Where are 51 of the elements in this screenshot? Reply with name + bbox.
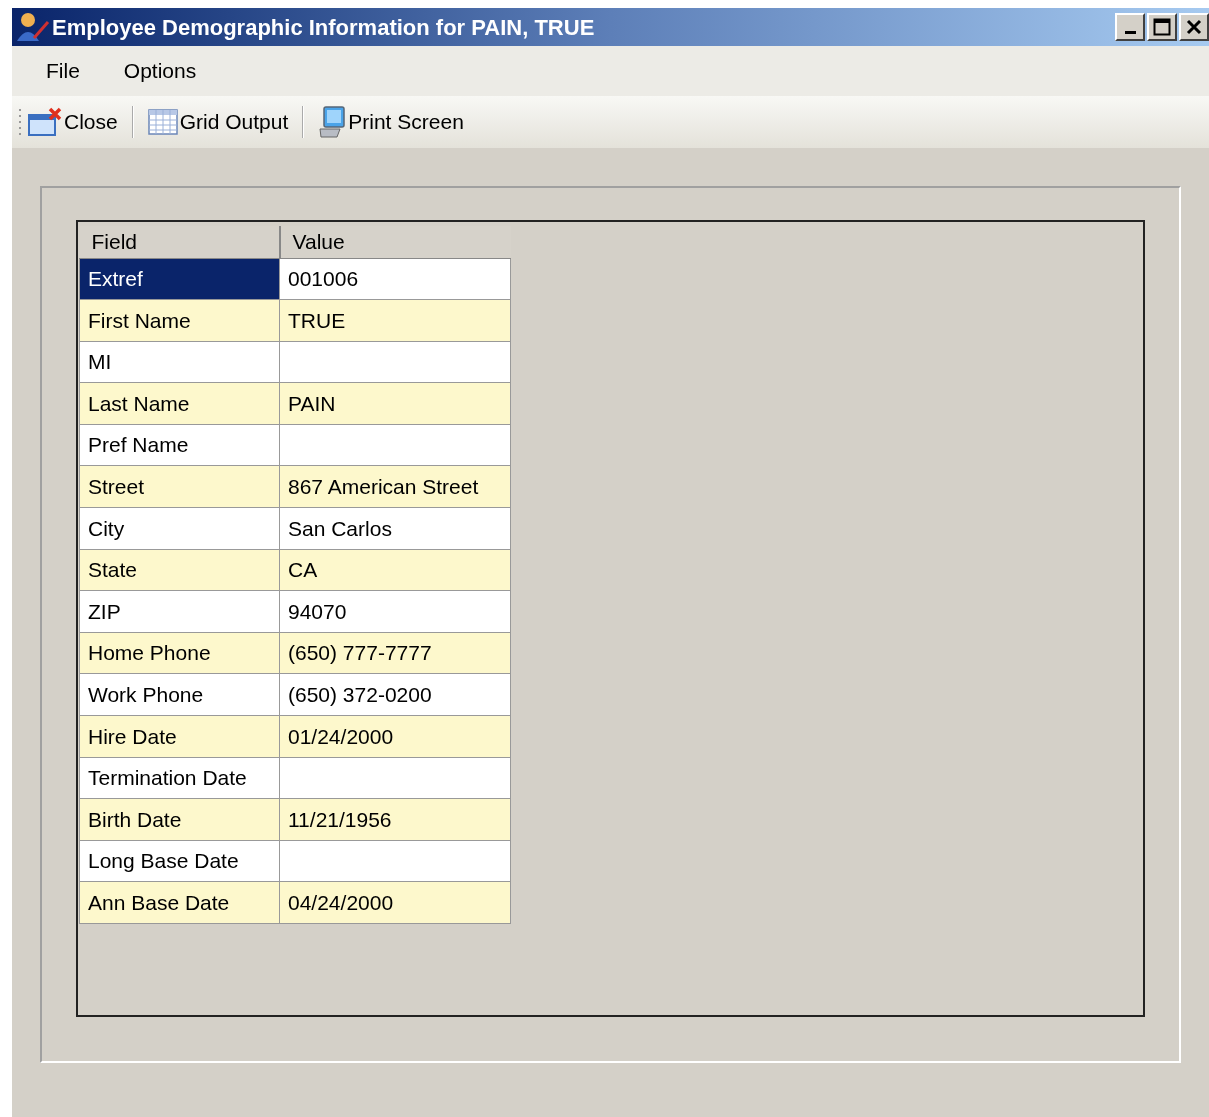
table-cell[interactable]: PAIN (279, 382, 511, 425)
table-cell[interactable]: Pref Name (79, 424, 280, 466)
menu-item[interactable]: Options (111, 55, 209, 87)
table-cell[interactable]: Work Phone (79, 673, 280, 716)
table-cell[interactable]: Extref (79, 258, 280, 300)
table-cell[interactable]: Long Base Date (79, 840, 280, 882)
table-cell[interactable] (279, 424, 511, 466)
table-cell[interactable]: 11/21/1956 (279, 798, 511, 841)
table-cell[interactable]: Street (79, 465, 280, 508)
table-cell[interactable]: Ann Base Date (79, 881, 280, 924)
table-cell[interactable]: 001006 (279, 258, 511, 300)
menu-item[interactable]: File (34, 55, 92, 87)
window-title: Employee Demographic Information for PAIN, TRUE (52, 13, 595, 42)
toolbar-button[interactable]: Print Screen (312, 102, 470, 142)
column-header[interactable]: Field (79, 226, 280, 258)
table-cell[interactable]: TRUE (279, 299, 511, 342)
table-cell[interactable]: Termination Date (79, 757, 280, 799)
table-cell[interactable]: ZIP (79, 590, 280, 633)
table-cell[interactable] (279, 341, 511, 383)
minimize-icon (1124, 30, 1136, 34)
user-icon (16, 12, 50, 42)
table-cell[interactable]: MI (79, 341, 280, 383)
minimize-button[interactable] (1115, 13, 1145, 41)
table-cell[interactable]: Hire Date (79, 715, 280, 758)
maximize-icon (1153, 18, 1171, 36)
table-cell[interactable]: Last Name (79, 382, 280, 425)
table-cell[interactable]: City (79, 507, 280, 550)
maximize-button[interactable] (1147, 13, 1177, 41)
table-cell[interactable]: State (79, 549, 280, 591)
table-cell[interactable]: 94070 (279, 590, 511, 633)
table-cell[interactable]: San Carlos (279, 507, 511, 550)
toolbar-button[interactable]: Grid Output (141, 102, 295, 142)
table-cell[interactable]: (650) 372-0200 (279, 673, 511, 716)
table-cell[interactable]: Birth Date (79, 798, 280, 841)
table-cell[interactable]: 01/24/2000 (279, 715, 511, 758)
table-cell[interactable]: 04/24/2000 (279, 881, 511, 924)
table-cell[interactable]: Home Phone (79, 632, 280, 674)
grip-icon (18, 107, 22, 137)
close-button[interactable] (1179, 13, 1209, 41)
table-cell[interactable] (279, 840, 511, 882)
window-close-icon (28, 107, 62, 137)
close-icon (1186, 19, 1202, 35)
table-cell[interactable]: CA (279, 549, 511, 591)
column-header[interactable]: Value (279, 226, 511, 258)
monitor-icon (318, 105, 347, 139)
table-cell[interactable]: 867 American Street (279, 465, 511, 508)
table-cell[interactable]: (650) 777-7777 (279, 632, 511, 674)
grid-icon (147, 109, 178, 135)
toolbar-button[interactable]: Close (22, 102, 124, 142)
table-cell[interactable] (279, 757, 511, 799)
table-cell[interactable]: First Name (79, 299, 280, 342)
